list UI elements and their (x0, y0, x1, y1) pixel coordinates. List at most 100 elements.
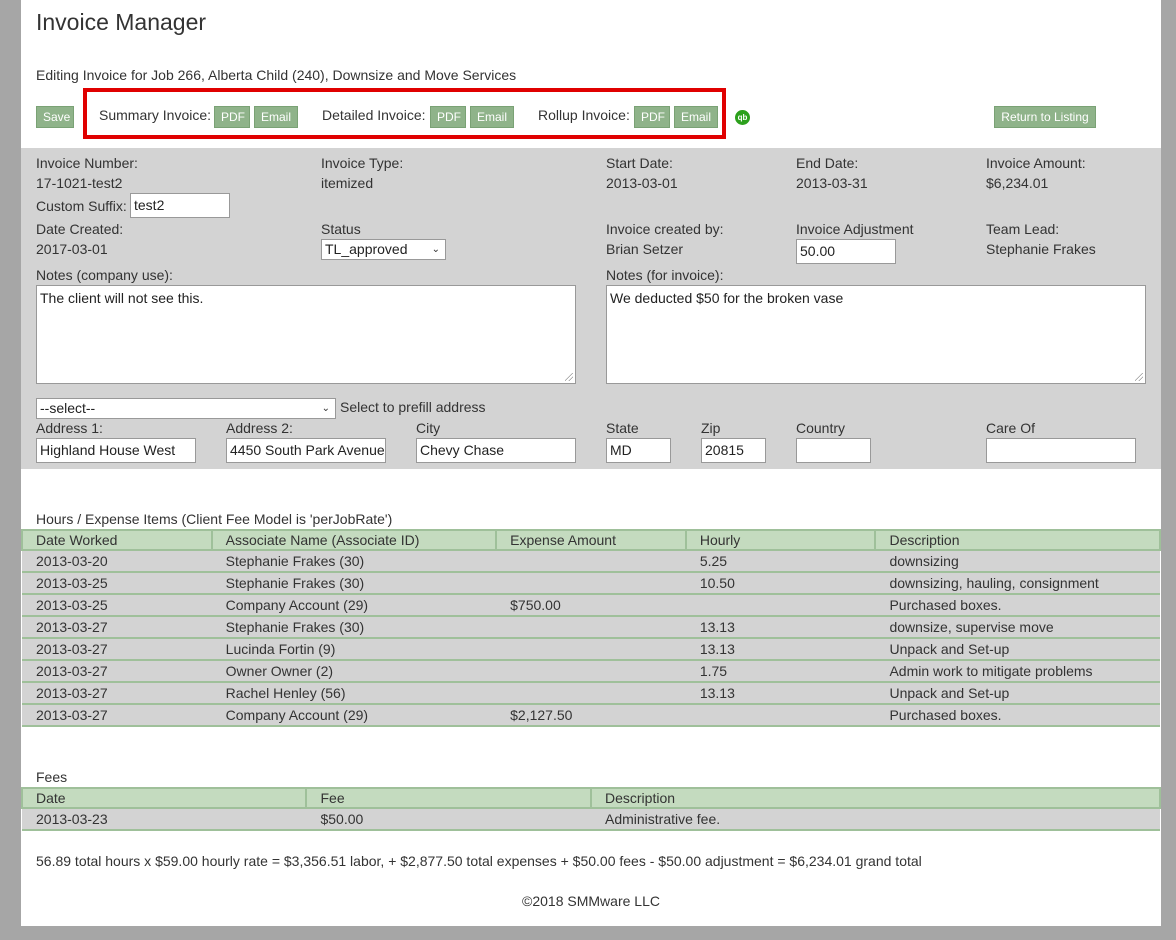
table-cell: Unpack and Set-up (875, 682, 1160, 705)
table-cell (496, 638, 686, 661)
table-cell: 2013-03-23 (22, 808, 307, 831)
notes-company-text: The client will not see this. (40, 290, 204, 306)
fees-table: Date Fee Description 2013-03-23 $50.00 Admin… (20, 787, 1162, 831)
table-row: 2013-03-27 Owner Owner (2) 1.75 Admin work … (22, 660, 1160, 683)
start-date-value: 2013-03-01 (606, 175, 678, 191)
table-cell: Rachel Henley (56) (211, 682, 497, 705)
table-cell (496, 550, 686, 573)
detailed-email-button[interactable]: Email (470, 106, 514, 128)
save-button[interactable]: Save (36, 106, 74, 128)
custom-suffix-label: Custom Suffix: (36, 198, 127, 214)
table-cell: $750.00 (496, 594, 686, 617)
status-select[interactable]: TL_approved ⌄ (321, 239, 446, 260)
table-cell: 2013-03-27 (22, 660, 212, 683)
table-cell: downsize, supervise move (875, 616, 1160, 639)
state-label: State (606, 420, 639, 436)
end-date-value: 2013-03-31 (796, 175, 868, 191)
prefill-address-value: --select-- (40, 400, 96, 416)
table-row: 2013-03-25 Stephanie Frakes (30) 10.50 down… (22, 572, 1160, 595)
country-label: Country (796, 420, 846, 436)
invoice-adjustment-label: Invoice Adjustment (796, 221, 914, 237)
care-of-input[interactable] (986, 438, 1136, 463)
table-cell (496, 616, 686, 639)
table-cell: downsizing (875, 550, 1160, 573)
resize-grip-icon[interactable] (565, 373, 573, 381)
table-cell (496, 660, 686, 683)
city-input[interactable]: Chevy Chase (416, 438, 576, 463)
care-of-label: Care Of (986, 420, 1036, 436)
table-cell: Purchased boxes. (875, 704, 1160, 727)
invoice-type-value: itemized (321, 175, 374, 191)
page-subtitle: Editing Invoice for Job 266, Alberta Chi… (36, 67, 517, 83)
detailed-pdf-button[interactable]: PDF (430, 106, 466, 128)
custom-suffix-input[interactable]: test2 (130, 193, 230, 218)
table-header-row: Date Worked Associate Name (Associate ID)… (21, 529, 1161, 551)
invoice-amount-label: Invoice Amount: (986, 155, 1086, 171)
status-label: Status (321, 221, 361, 237)
table-row: 2013-03-27 Lucinda Fortin (9) 13.13 Unpack … (22, 638, 1160, 661)
zip-input[interactable]: 20815 (701, 438, 766, 463)
chevron-down-icon: ⌄ (431, 244, 440, 255)
table-header-row: Date Fee Description (20, 787, 1162, 809)
table-row: 2013-03-27 Company Account (29) $2,127.50 P… (22, 704, 1160, 727)
table-cell: $50.00 (306, 808, 591, 831)
table-cell: 2013-03-25 (22, 572, 212, 595)
created-by-value: Brian Setzer (606, 241, 684, 257)
invoice-number-label: Invoice Number: (36, 155, 138, 171)
city-label: City (416, 420, 441, 436)
resize-grip-icon[interactable] (1135, 373, 1143, 381)
address1-input[interactable]: Highland House West (36, 438, 196, 463)
quickbooks-icon[interactable]: qb (735, 110, 750, 125)
column-header: Description (874, 529, 1161, 551)
column-header: Date Worked (21, 529, 213, 551)
rollup-pdf-button[interactable]: PDF (634, 106, 670, 128)
address2-input[interactable]: 4450 South Park Avenue (226, 438, 386, 463)
hours-section-title: Hours / Expense Items (Client Fee Model … (36, 511, 393, 527)
country-input[interactable] (796, 438, 871, 463)
rollup-invoice-label: Rollup Invoice: (538, 107, 630, 123)
invoice-adjustment-input[interactable]: 50.00 (796, 239, 896, 264)
notes-company-textarea[interactable]: The client will not see this. (36, 285, 576, 384)
table-cell (685, 704, 876, 727)
table-cell: 2013-03-27 (22, 704, 212, 727)
detailed-invoice-label: Detailed Invoice: (322, 107, 426, 123)
table-cell: 13.13 (685, 682, 876, 705)
column-header: Associate Name (Associate ID) (210, 529, 498, 551)
table-cell: 13.13 (685, 638, 876, 661)
column-header: Description (589, 787, 1162, 809)
table-cell: 2013-03-27 (22, 616, 212, 639)
prefill-address-select[interactable]: --select-- ⌄ (36, 398, 336, 419)
column-header: Hourly (684, 529, 877, 551)
table-cell: Lucinda Fortin (9) (211, 638, 497, 661)
table-cell: Company Account (29) (211, 594, 497, 617)
created-by-label: Invoice created by: (606, 221, 724, 237)
table-row: 2013-03-25 Company Account (29) $750.00 Pur… (22, 594, 1160, 617)
zip-label: Zip (701, 420, 721, 436)
notes-invoice-label: Notes (for invoice): (606, 267, 724, 283)
table-row: 2013-03-27 Stephanie Frakes (30) 13.13 down… (22, 616, 1160, 639)
table-cell: 5.25 (685, 550, 876, 573)
table-cell: 10.50 (685, 572, 876, 595)
notes-invoice-text: We deducted $50 for the broken vase (610, 290, 844, 306)
summary-email-button[interactable]: Email (254, 106, 298, 128)
table-cell: 1.75 (685, 660, 876, 683)
summary-pdf-button[interactable]: PDF (214, 106, 250, 128)
notes-company-label: Notes (company use): (36, 267, 173, 283)
table-cell: Administrative fee. (590, 808, 1160, 831)
return-to-listing-button[interactable]: Return to Listing (994, 106, 1096, 128)
state-input[interactable]: MD (606, 438, 671, 463)
table-cell: Company Account (29) (211, 704, 497, 727)
page-title: Invoice Manager (36, 9, 207, 35)
date-created-value: 2017-03-01 (36, 241, 108, 257)
invoice-type-label: Invoice Type: (321, 155, 404, 171)
address2-label: Address 2: (226, 420, 293, 436)
invoice-totals-summary: 56.89 total hours x $59.00 hourly rate =… (36, 853, 922, 869)
table-cell: Stephanie Frakes (30) (211, 572, 497, 595)
table-cell: 2013-03-20 (22, 550, 212, 573)
copyright-footer: ©2018 SMMware LLC (522, 893, 660, 909)
notes-invoice-textarea[interactable]: We deducted $50 for the broken vase (606, 285, 1146, 384)
page: Invoice Manager Editing Invoice for Job … (20, 0, 1162, 926)
end-date-label: End Date: (796, 155, 859, 171)
rollup-email-button[interactable]: Email (674, 106, 718, 128)
table-cell: $2,127.50 (496, 704, 686, 727)
